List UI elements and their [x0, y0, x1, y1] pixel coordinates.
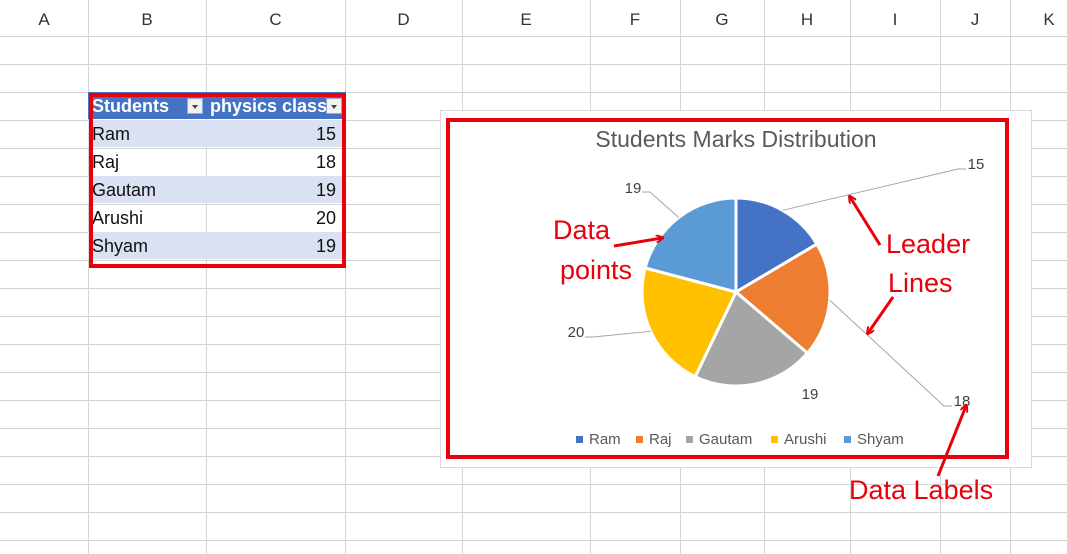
annotation-arrows — [613, 0, 1067, 477]
arrow-data-labels — [936, 406, 966, 477]
arrow-leader-line-bottom — [868, 296, 895, 333]
arrow-leader-line-top — [850, 197, 882, 246]
arrow-data-points — [613, 238, 662, 248]
